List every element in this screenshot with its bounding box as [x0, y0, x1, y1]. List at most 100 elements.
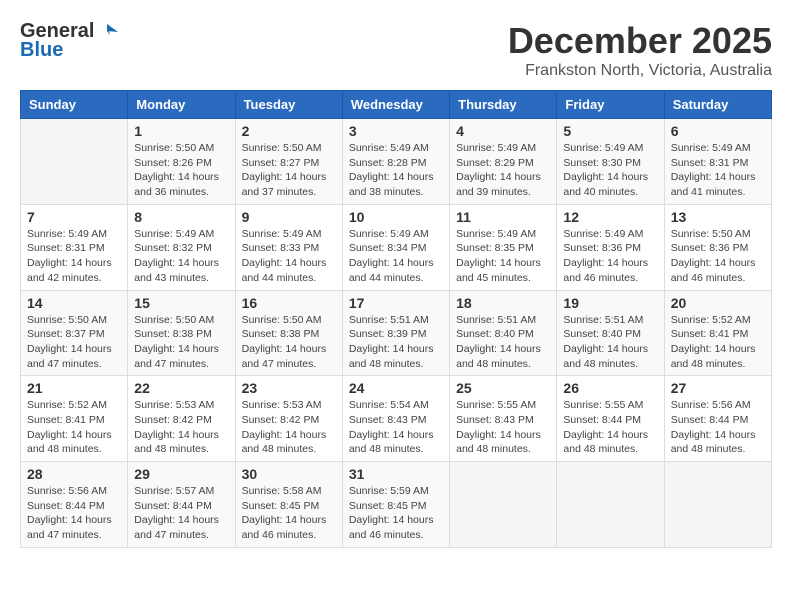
calendar-cell: 4Sunrise: 5:49 AM Sunset: 8:29 PM Daylig…: [450, 119, 557, 205]
day-number: 23: [242, 380, 336, 396]
day-number: 14: [27, 295, 121, 311]
calendar-week-row: 14 Sunrise: 5:50 AM Sunset: 8:37 PM Dayli…: [21, 290, 772, 376]
day-header-wednesday: Wednesday: [342, 91, 449, 119]
day-info: Sunrise: 5:58 AM Sunset: 8:45 PM Dayligh…: [242, 484, 336, 543]
calendar-cell: 9Sunrise: 5:49 AM Sunset: 8:33 PM Daylig…: [235, 204, 342, 290]
day-header-friday: Friday: [557, 91, 664, 119]
title-section: December 2025 Frankston North, Victoria,…: [508, 20, 772, 80]
calendar-header-row: SundayMondayTuesdayWednesdayThursdayFrid…: [21, 91, 772, 119]
day-info: Sunrise: 5:50 AM Sunset: 8:27 PM Dayligh…: [242, 141, 336, 200]
day-info: Sunrise: 5:52 AM Sunset: 8:41 PM Dayligh…: [27, 398, 121, 457]
day-info: Sunrise: 5:50 AM Sunset: 8:36 PM Dayligh…: [671, 227, 765, 286]
calendar-cell: 14 Sunrise: 5:50 AM Sunset: 8:37 PM Dayli…: [21, 290, 128, 376]
day-number: 25: [456, 380, 550, 396]
day-number: 20: [671, 295, 765, 311]
day-info: Sunrise: 5:49 AM Sunset: 8:35 PM Dayligh…: [456, 227, 550, 286]
day-number: 26: [563, 380, 657, 396]
day-number: 7: [27, 209, 121, 225]
day-header-sunday: Sunday: [21, 91, 128, 119]
day-info: Sunrise: 5:59 AM Sunset: 8:45 PM Dayligh…: [349, 484, 443, 543]
day-number: 12: [563, 209, 657, 225]
calendar-cell: 17 Sunrise: 5:51 AM Sunset: 8:39 PM Dayli…: [342, 290, 449, 376]
calendar-cell: 23 Sunrise: 5:53 AM Sunset: 8:42 PM Dayli…: [235, 376, 342, 462]
day-info: Sunrise: 5:51 AM Sunset: 8:40 PM Dayligh…: [563, 313, 657, 372]
day-number: 18: [456, 295, 550, 311]
day-number: 1: [134, 123, 228, 139]
calendar-cell: 8Sunrise: 5:49 AM Sunset: 8:32 PM Daylig…: [128, 204, 235, 290]
calendar-cell: 19 Sunrise: 5:51 AM Sunset: 8:40 PM Dayli…: [557, 290, 664, 376]
calendar-cell: 29 Sunrise: 5:57 AM Sunset: 8:44 PM Dayli…: [128, 462, 235, 548]
day-number: 5: [563, 123, 657, 139]
calendar-cell: 20 Sunrise: 5:52 AM Sunset: 8:41 PM Dayli…: [664, 290, 771, 376]
calendar-cell: [664, 462, 771, 548]
day-header-thursday: Thursday: [450, 91, 557, 119]
calendar-cell: 21 Sunrise: 5:52 AM Sunset: 8:41 PM Dayli…: [21, 376, 128, 462]
day-info: Sunrise: 5:49 AM Sunset: 8:32 PM Dayligh…: [134, 227, 228, 286]
day-info: Sunrise: 5:50 AM Sunset: 8:37 PM Dayligh…: [27, 313, 121, 372]
day-info: Sunrise: 5:55 AM Sunset: 8:43 PM Dayligh…: [456, 398, 550, 457]
day-info: Sunrise: 5:50 AM Sunset: 8:26 PM Dayligh…: [134, 141, 228, 200]
day-info: Sunrise: 5:51 AM Sunset: 8:40 PM Dayligh…: [456, 313, 550, 372]
day-info: Sunrise: 5:49 AM Sunset: 8:31 PM Dayligh…: [27, 227, 121, 286]
day-number: 29: [134, 466, 228, 482]
day-number: 21: [27, 380, 121, 396]
day-info: Sunrise: 5:50 AM Sunset: 8:38 PM Dayligh…: [134, 313, 228, 372]
day-number: 11: [456, 209, 550, 225]
logo: General Blue: [20, 20, 118, 62]
calendar-cell: [557, 462, 664, 548]
day-number: 19: [563, 295, 657, 311]
calendar-cell: 1 Sunrise: 5:50 AM Sunset: 8:26 PM Daylig…: [128, 119, 235, 205]
day-info: Sunrise: 5:49 AM Sunset: 8:28 PM Dayligh…: [349, 141, 443, 200]
day-number: 22: [134, 380, 228, 396]
day-number: 10: [349, 209, 443, 225]
calendar-cell: 7 Sunrise: 5:49 AM Sunset: 8:31 PM Daylig…: [21, 204, 128, 290]
day-number: 30: [242, 466, 336, 482]
calendar-cell: 13 Sunrise: 5:50 AM Sunset: 8:36 PM Dayli…: [664, 204, 771, 290]
day-info: Sunrise: 5:52 AM Sunset: 8:41 PM Dayligh…: [671, 313, 765, 372]
day-info: Sunrise: 5:50 AM Sunset: 8:38 PM Dayligh…: [242, 313, 336, 372]
calendar-cell: 18 Sunrise: 5:51 AM Sunset: 8:40 PM Dayli…: [450, 290, 557, 376]
day-number: 16: [242, 295, 336, 311]
calendar-cell: 22 Sunrise: 5:53 AM Sunset: 8:42 PM Dayli…: [128, 376, 235, 462]
calendar-cell: 27 Sunrise: 5:56 AM Sunset: 8:44 PM Dayli…: [664, 376, 771, 462]
calendar-cell: 26 Sunrise: 5:55 AM Sunset: 8:44 PM Dayli…: [557, 376, 664, 462]
day-info: Sunrise: 5:55 AM Sunset: 8:44 PM Dayligh…: [563, 398, 657, 457]
calendar-cell: 15Sunrise: 5:50 AM Sunset: 8:38 PM Dayli…: [128, 290, 235, 376]
calendar-cell: 3 Sunrise: 5:49 AM Sunset: 8:28 PM Daylig…: [342, 119, 449, 205]
calendar-cell: [21, 119, 128, 205]
day-info: Sunrise: 5:49 AM Sunset: 8:33 PM Dayligh…: [242, 227, 336, 286]
day-info: Sunrise: 5:49 AM Sunset: 8:29 PM Dayligh…: [456, 141, 550, 200]
calendar-cell: 6 Sunrise: 5:49 AM Sunset: 8:31 PM Daylig…: [664, 119, 771, 205]
calendar-week-row: 21 Sunrise: 5:52 AM Sunset: 8:41 PM Dayli…: [21, 376, 772, 462]
day-info: Sunrise: 5:56 AM Sunset: 8:44 PM Dayligh…: [671, 398, 765, 457]
page-header: General Blue December 2025 Frankston Nor…: [20, 20, 772, 80]
day-info: Sunrise: 5:57 AM Sunset: 8:44 PM Dayligh…: [134, 484, 228, 543]
calendar-cell: 2Sunrise: 5:50 AM Sunset: 8:27 PM Daylig…: [235, 119, 342, 205]
calendar-cell: 28Sunrise: 5:56 AM Sunset: 8:44 PM Dayli…: [21, 462, 128, 548]
day-number: 17: [349, 295, 443, 311]
day-info: Sunrise: 5:49 AM Sunset: 8:31 PM Dayligh…: [671, 141, 765, 200]
logo-bird-icon: [96, 21, 118, 43]
day-info: Sunrise: 5:56 AM Sunset: 8:44 PM Dayligh…: [27, 484, 121, 543]
day-info: Sunrise: 5:53 AM Sunset: 8:42 PM Dayligh…: [242, 398, 336, 457]
calendar-cell: 24Sunrise: 5:54 AM Sunset: 8:43 PM Dayli…: [342, 376, 449, 462]
calendar-cell: [450, 462, 557, 548]
calendar-week-row: 1 Sunrise: 5:50 AM Sunset: 8:26 PM Daylig…: [21, 119, 772, 205]
day-header-saturday: Saturday: [664, 91, 771, 119]
logo-blue-text: Blue: [20, 39, 63, 62]
month-title: December 2025: [508, 20, 772, 62]
calendar-cell: 16 Sunrise: 5:50 AM Sunset: 8:38 PM Dayli…: [235, 290, 342, 376]
day-info: Sunrise: 5:51 AM Sunset: 8:39 PM Dayligh…: [349, 313, 443, 372]
day-info: Sunrise: 5:49 AM Sunset: 8:36 PM Dayligh…: [563, 227, 657, 286]
calendar-week-row: 7 Sunrise: 5:49 AM Sunset: 8:31 PM Daylig…: [21, 204, 772, 290]
calendar-cell: 10Sunrise: 5:49 AM Sunset: 8:34 PM Dayli…: [342, 204, 449, 290]
day-number: 27: [671, 380, 765, 396]
day-number: 3: [349, 123, 443, 139]
day-number: 13: [671, 209, 765, 225]
day-info: Sunrise: 5:53 AM Sunset: 8:42 PM Dayligh…: [134, 398, 228, 457]
day-number: 6: [671, 123, 765, 139]
calendar-cell: 31Sunrise: 5:59 AM Sunset: 8:45 PM Dayli…: [342, 462, 449, 548]
calendar-week-row: 28Sunrise: 5:56 AM Sunset: 8:44 PM Dayli…: [21, 462, 772, 548]
calendar-cell: 25 Sunrise: 5:55 AM Sunset: 8:43 PM Dayli…: [450, 376, 557, 462]
calendar-cell: 5Sunrise: 5:49 AM Sunset: 8:30 PM Daylig…: [557, 119, 664, 205]
